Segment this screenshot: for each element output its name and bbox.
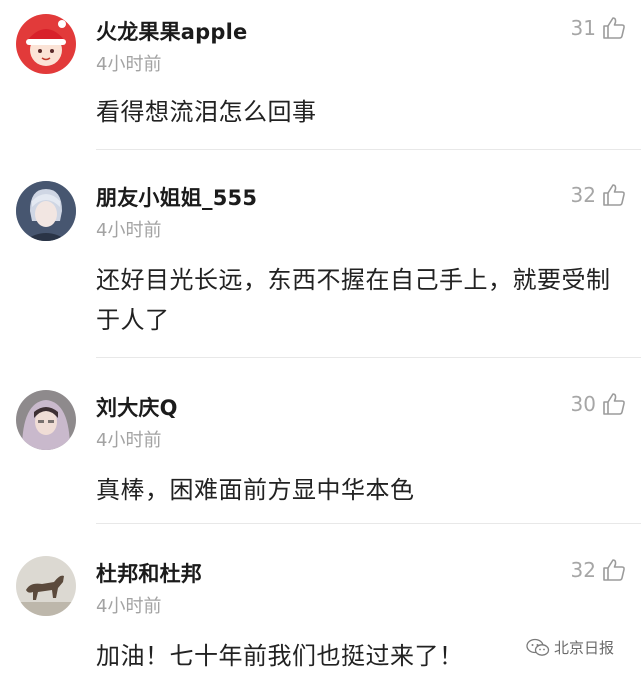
user-avatar[interactable] [16,556,76,616]
like-count: 32 [570,558,596,582]
like-button[interactable]: 32 [571,556,627,584]
username[interactable]: 刘大庆Q [96,392,178,422]
anime-boy-avatar-icon [16,181,76,241]
girl-santa-avatar-icon [16,14,76,74]
comment-text: 看得想流泪怎么回事 [96,98,317,126]
comment-text: 真棒，困难面前方显中华本色 [96,476,415,504]
watermark-text: 北京日报 [554,639,615,657]
thumbs-up-icon [603,559,625,581]
comment-item: 刘大庆Q 4小时前 30 真棒，困难面前方显中华本色 [0,358,641,524]
username[interactable]: 杜邦和杜邦 [96,558,202,588]
girl-hood-avatar-icon [16,390,76,450]
thumbs-up-icon [603,393,625,415]
comment-item: 火龙果果apple 4小时前 31 看得想流泪怎么回事 [0,0,641,150]
like-count: 32 [570,183,596,207]
watermark: 北京日报 [526,637,614,658]
comment-item: 朋友小姐姐_555 4小时前 32 还好目光长远，东西不握在自己手上，就要受制于… [0,150,641,358]
like-count: 30 [570,392,596,416]
thumbs-up-icon [603,184,625,206]
username[interactable]: 朋友小姐姐_555 [96,182,257,212]
bronze-horse-avatar-icon [16,556,76,616]
timestamp: 4小时前 [96,220,162,241]
thumbs-up-icon [603,17,625,39]
like-button[interactable]: 30 [571,390,627,418]
wechat-icon [526,638,550,656]
like-button[interactable]: 32 [571,181,627,209]
timestamp: 4小时前 [96,430,162,451]
user-avatar[interactable] [16,390,76,450]
user-avatar[interactable] [16,181,76,241]
timestamp: 4小时前 [96,54,162,75]
comment-text: 还好目光长远，东西不握在自己手上，就要受制于人了 [96,266,611,334]
like-button[interactable]: 31 [571,14,627,42]
username[interactable]: 火龙果果apple [96,16,247,46]
user-avatar[interactable] [16,14,76,74]
timestamp: 4小时前 [96,596,162,617]
like-count: 31 [570,16,596,40]
